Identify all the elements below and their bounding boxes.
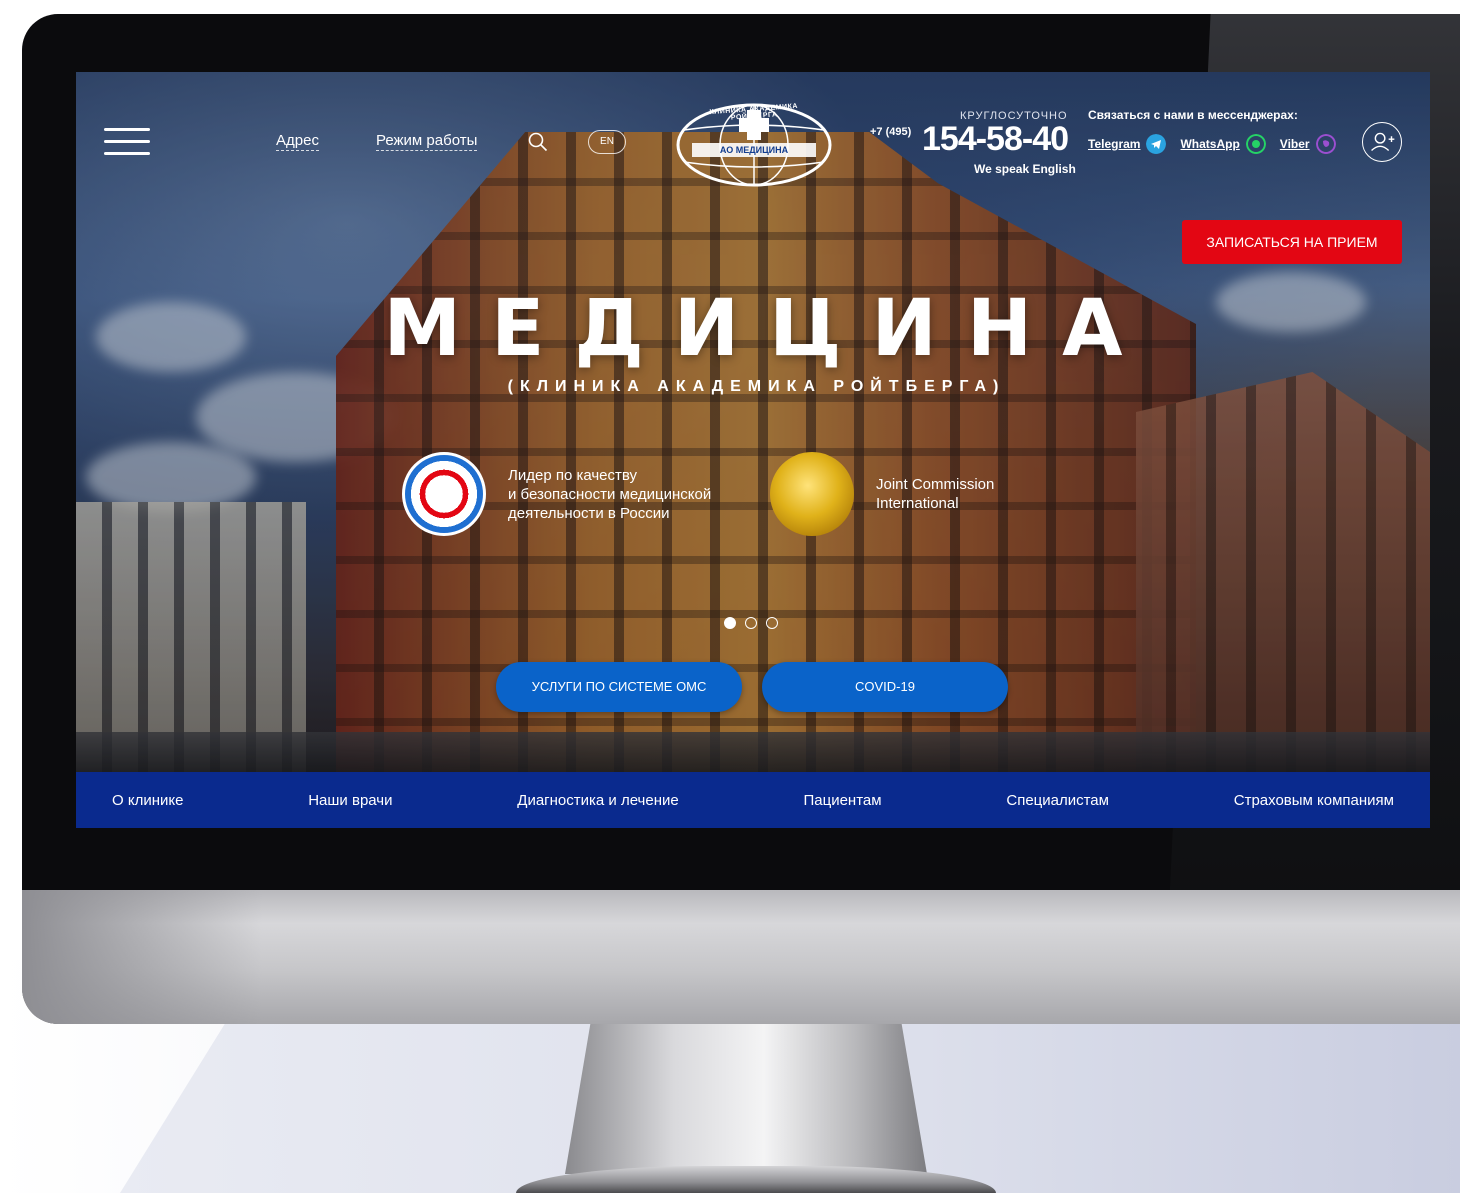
- slider-dots: [724, 617, 778, 629]
- badge-line: Лидер по качеству: [508, 466, 638, 484]
- jci-badge: Joint Commission International: [770, 452, 994, 536]
- slide-dot-3[interactable]: [766, 617, 778, 629]
- quality-badge: Лидер по качеству и безопасности медицин…: [402, 452, 711, 536]
- hero-title: МЕДИЦИНА: [383, 284, 1153, 374]
- phone-number[interactable]: 154-58-40: [922, 120, 1069, 159]
- monitor-stand: [565, 1024, 927, 1174]
- viber-icon[interactable]: [1315, 134, 1336, 154]
- jci-gold-seal-icon: [770, 452, 854, 536]
- menu-icon[interactable]: [104, 128, 150, 156]
- book-appointment-button[interactable]: ЗАПИСАТЬСЯ НА ПРИЕМ: [1182, 220, 1402, 264]
- badge-line: деятельности в России: [508, 504, 670, 522]
- hero-subtitle: (КЛИНИКА АКАДЕМИКА РОЙТБЕРГА): [507, 378, 1006, 395]
- nav-insurance[interactable]: Страховым компаниям: [1234, 792, 1394, 809]
- roszdravnadzor-seal-icon: [402, 452, 486, 536]
- nav-diagnostics[interactable]: Диагностика и лечение: [517, 792, 678, 809]
- hours-link[interactable]: Режим работы: [376, 132, 478, 151]
- language-button[interactable]: EN: [588, 130, 626, 154]
- nav-specialists[interactable]: Специалистам: [1006, 792, 1109, 809]
- nav-doctors[interactable]: Наши врачи: [308, 792, 392, 809]
- telegram-icon[interactable]: [1146, 134, 1167, 154]
- nav-about[interactable]: О клинике: [112, 792, 183, 809]
- badge-line: International: [876, 495, 959, 512]
- whatsapp-link[interactable]: WhatsApp: [1180, 137, 1239, 151]
- search-icon[interactable]: [528, 132, 548, 152]
- logo-band-text: АО МЕДИЦИНА: [719, 145, 789, 155]
- badge-line: Joint Commission: [876, 476, 995, 493]
- messenger-title: Связаться с нами в мессенджерах:: [1088, 108, 1298, 122]
- telegram-link[interactable]: Telegram: [1088, 137, 1140, 151]
- add-user-icon[interactable]: [1362, 122, 1402, 162]
- whatsapp-icon[interactable]: [1245, 134, 1266, 154]
- nav-patients[interactable]: Пациентам: [804, 792, 882, 809]
- oms-services-button[interactable]: УСЛУГИ ПО СИСТЕМЕ ОМС: [496, 662, 742, 712]
- messenger-links: Telegram WhatsApp Viber: [1088, 134, 1344, 154]
- covid-button[interactable]: COVID-19: [762, 662, 1008, 712]
- slide-dot-2[interactable]: [745, 617, 757, 629]
- slide-dot-1[interactable]: [724, 617, 736, 629]
- speak-english-label: We speak English: [974, 162, 1076, 176]
- main-navigation: О клинике Наши врачи Диагностика и лечен…: [76, 772, 1430, 828]
- phone-prefix: +7 (495): [870, 126, 912, 138]
- address-link[interactable]: Адрес: [276, 132, 319, 151]
- badge-line: и безопасности медицинской: [508, 485, 712, 503]
- website-screen: Адрес Режим работы EN КЛИНИКА АКАДЕМИКА …: [76, 72, 1430, 828]
- viber-link[interactable]: Viber: [1280, 137, 1310, 151]
